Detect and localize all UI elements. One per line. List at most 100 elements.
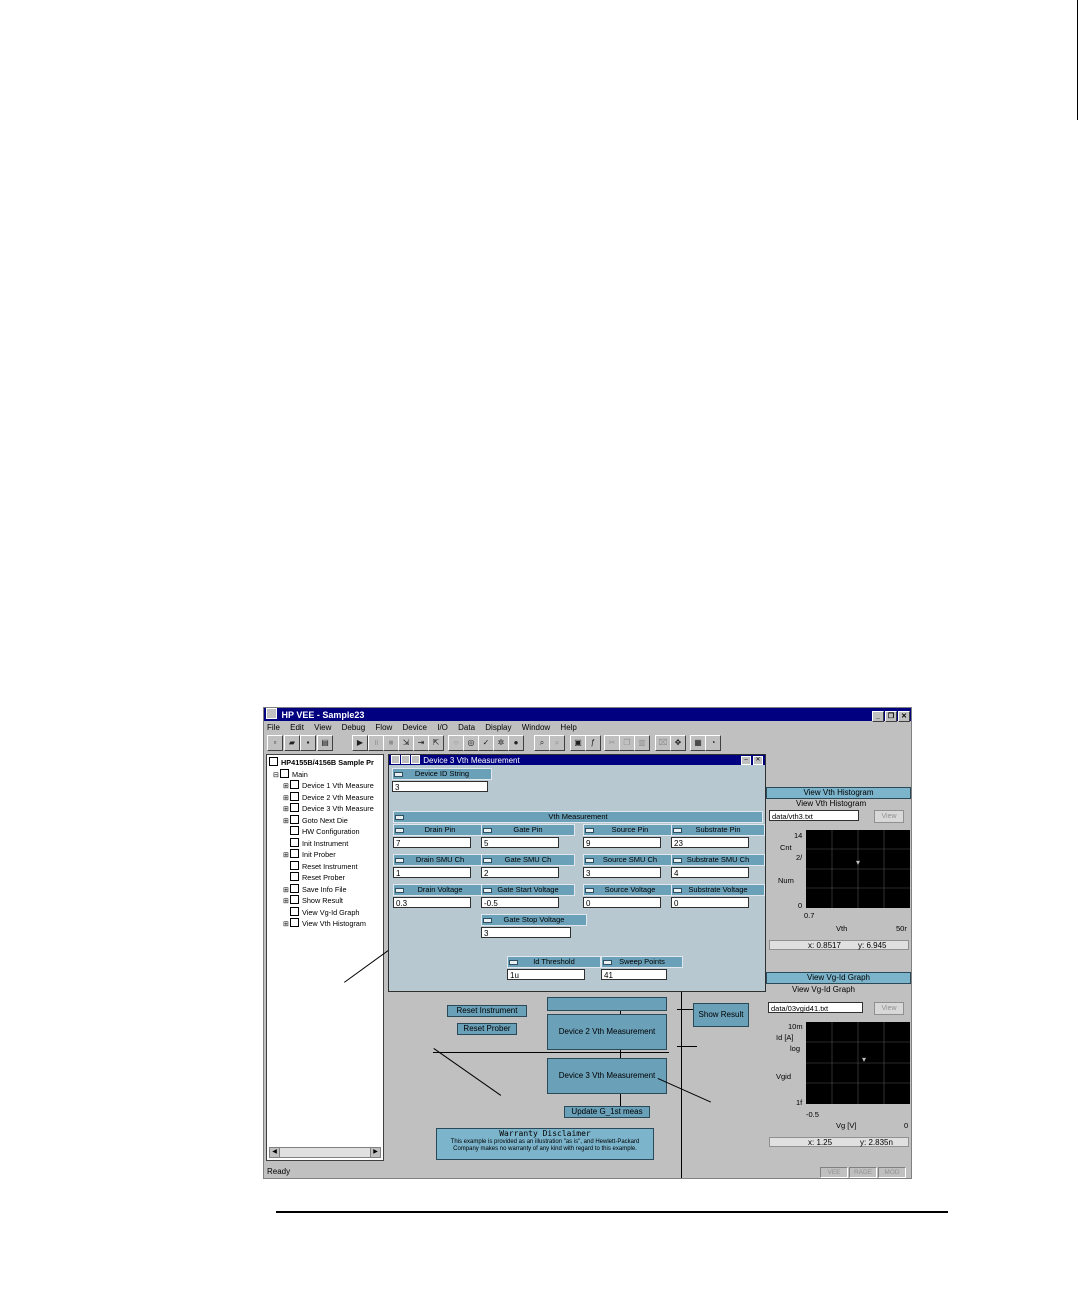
- tree-item[interactable]: ⊞ Init Prober: [283, 849, 336, 859]
- properties-icon[interactable]: ▣: [570, 735, 586, 751]
- clean-up-icon[interactable]: ⌧: [655, 735, 671, 751]
- param-input[interactable]: 1: [393, 867, 471, 878]
- tree-main[interactable]: ⊟ Main: [273, 769, 308, 779]
- param-input[interactable]: 2: [481, 867, 559, 878]
- minimize-dash-icon[interactable]: [673, 858, 682, 863]
- device-id-input[interactable]: 3: [392, 781, 488, 792]
- expander-icon[interactable]: ⊞: [283, 817, 290, 827]
- minimize-dash-icon[interactable]: [509, 960, 518, 965]
- device-1-node-edge[interactable]: [547, 997, 667, 1011]
- expander-icon[interactable]: ⊞: [283, 897, 290, 907]
- expander-icon[interactable]: ⊞: [283, 851, 290, 861]
- detail-view-icon[interactable]: ◔: [705, 735, 721, 751]
- popup-minimize-button[interactable]: –: [741, 756, 751, 765]
- tree-item[interactable]: HW Configuration: [283, 826, 360, 836]
- open-icon[interactable]: ▰: [284, 735, 300, 751]
- step-out-icon[interactable]: ⇱: [428, 735, 444, 751]
- param-input[interactable]: 41: [601, 969, 667, 980]
- step-into-icon[interactable]: ⇲: [398, 735, 414, 751]
- panel-icon[interactable]: [401, 755, 410, 764]
- minimize-dash-icon[interactable]: [585, 828, 594, 833]
- menu-debug[interactable]: Debug: [342, 723, 366, 732]
- param-input[interactable]: 0: [583, 897, 661, 908]
- minimize-dash-icon[interactable]: [673, 828, 682, 833]
- expander-icon[interactable]: ⊞: [283, 886, 290, 896]
- data-flow-icon[interactable]: ✲: [493, 735, 509, 751]
- menu-data[interactable]: Data: [458, 723, 475, 732]
- tree-item[interactable]: ⊞ Device 1 Vth Measure: [283, 780, 374, 790]
- close-button[interactable]: ✕: [898, 711, 910, 722]
- param-input[interactable]: 4: [671, 867, 749, 878]
- paste-icon[interactable]: ▥: [634, 735, 650, 751]
- histogram-view-button[interactable]: View: [874, 810, 904, 823]
- param-input[interactable]: 9: [583, 837, 661, 848]
- scroll-right-icon[interactable]: ▶: [370, 1148, 380, 1157]
- histogram-band[interactable]: View Vth Histogram: [766, 787, 911, 799]
- minimize-dash-icon[interactable]: [395, 858, 404, 863]
- tree-item[interactable]: ⊞ Save Info File: [283, 883, 347, 896]
- panel-view-icon[interactable]: ▦: [690, 735, 706, 751]
- menu-file[interactable]: File: [267, 723, 280, 732]
- tree-root[interactable]: HP4155B/4156B Sample Pr: [269, 757, 374, 767]
- menu-device[interactable]: Device: [403, 723, 427, 732]
- minimize-dash-icon[interactable]: [483, 888, 492, 893]
- pause-icon[interactable]: ॥: [368, 735, 384, 751]
- tree-item[interactable]: ⊞ Goto Next Die: [283, 814, 348, 827]
- print-icon[interactable]: ▤: [317, 735, 333, 751]
- param-input[interactable]: 0.3: [393, 897, 471, 908]
- new-icon[interactable]: ▫: [267, 735, 283, 751]
- tree-item[interactable]: ⊞ Device 3 Vth Measure: [283, 803, 374, 813]
- copy-icon[interactable]: ❐: [619, 735, 635, 751]
- tree-item[interactable]: Reset Prober: [283, 872, 345, 882]
- param-input[interactable]: 23: [671, 837, 749, 848]
- param-input[interactable]: 1u: [507, 969, 585, 980]
- reset-prober-node[interactable]: Reset Prober: [457, 1023, 517, 1035]
- vgid-view-button[interactable]: View: [874, 1002, 904, 1015]
- expander-icon[interactable]: ⊞: [283, 794, 290, 804]
- vgid-band[interactable]: View Vg-Id Graph: [766, 972, 911, 984]
- step-over-icon[interactable]: ⇥: [413, 735, 429, 751]
- save-icon[interactable]: ▪: [300, 735, 316, 751]
- vgid-plot[interactable]: ▾: [806, 1022, 910, 1104]
- breakpoint-icon[interactable]: ○: [448, 735, 464, 751]
- minimize-dash-icon[interactable]: [603, 960, 612, 965]
- line-probe-icon[interactable]: ✓: [478, 735, 494, 751]
- detail-icon[interactable]: [411, 755, 420, 764]
- param-input[interactable]: 0: [671, 897, 749, 908]
- device-2-node[interactable]: Device 2 Vth Measurement: [547, 1014, 667, 1050]
- update-node[interactable]: Update G_1st meas: [564, 1106, 650, 1118]
- menu-window[interactable]: Window: [522, 723, 550, 732]
- minimize-dash-icon[interactable]: [585, 888, 594, 893]
- param-input[interactable]: 5: [481, 837, 559, 848]
- histogram-plot[interactable]: ▾: [806, 830, 910, 908]
- minimize-dash-icon[interactable]: [483, 918, 492, 923]
- stop-icon[interactable]: ■: [383, 735, 399, 751]
- reset-instrument-node[interactable]: Reset Instrument: [447, 1005, 527, 1017]
- minimize-button[interactable]: _: [872, 711, 884, 722]
- tree-item[interactable]: Reset Instrument: [283, 860, 358, 871]
- minimize-dash-icon[interactable]: [673, 888, 682, 893]
- minimize-dash-icon[interactable]: [483, 858, 492, 863]
- restore-button[interactable]: ❐: [885, 711, 897, 722]
- tree-item[interactable]: ⊞ Show Result: [283, 895, 343, 905]
- expander-icon[interactable]: ⊞: [283, 782, 290, 792]
- warranty-disclaimer[interactable]: Warranty Disclaimer This example is prov…: [436, 1128, 654, 1160]
- minimize-dash-icon[interactable]: [395, 828, 404, 833]
- histogram-file-input[interactable]: data/vth3.txt: [769, 810, 859, 821]
- menu-flow[interactable]: Flow: [375, 723, 392, 732]
- expander-icon[interactable]: ⊞: [283, 920, 290, 930]
- device-3-node[interactable]: Device 3 Vth Measurement: [547, 1058, 667, 1094]
- minimize-dash-icon[interactable]: [394, 772, 403, 777]
- menu-icon[interactable]: [391, 755, 400, 764]
- expander-icon[interactable]: ⊞: [283, 805, 290, 815]
- find-icon[interactable]: ⌕: [534, 735, 550, 751]
- run-icon[interactable]: ▶: [352, 735, 368, 751]
- move-icon[interactable]: ✥: [670, 735, 686, 751]
- exec-flow-icon[interactable]: ●: [508, 735, 524, 751]
- scroll-left-icon[interactable]: ◀: [270, 1148, 280, 1157]
- tree-item[interactable]: Init Instrument: [283, 837, 348, 848]
- activate-icon[interactable]: ◎: [463, 735, 479, 751]
- show-result-node[interactable]: Show Result: [693, 1003, 749, 1027]
- function-icon[interactable]: ƒ: [585, 735, 601, 751]
- menu-display[interactable]: Display: [485, 723, 511, 732]
